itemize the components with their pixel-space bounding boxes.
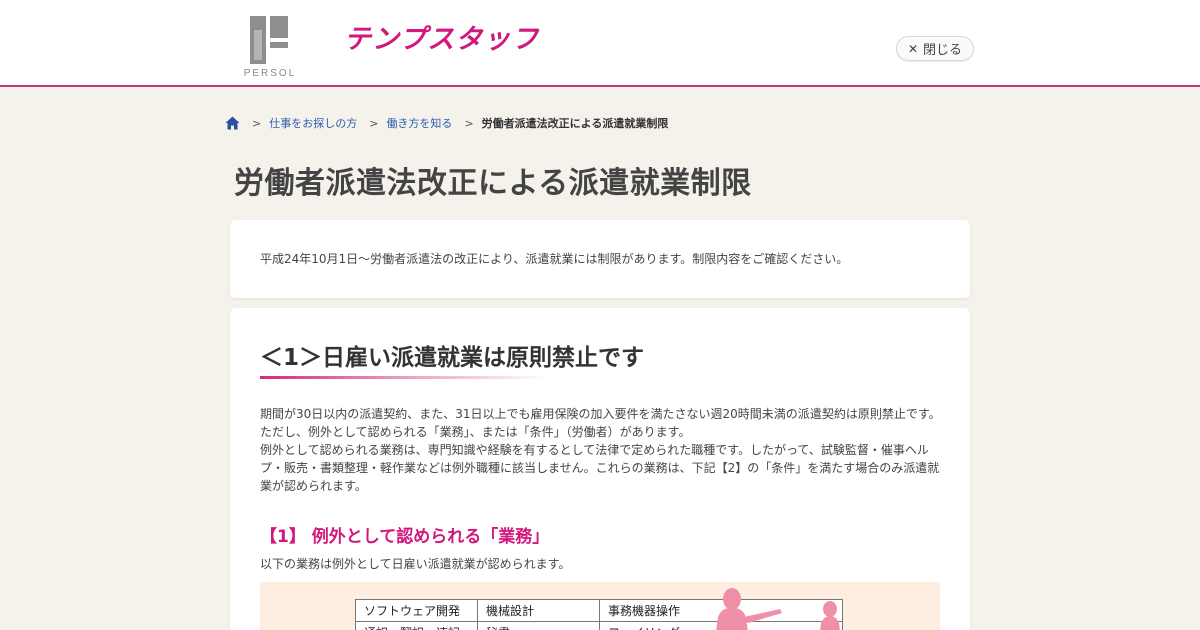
persol-logo[interactable]: PERSOL bbox=[240, 14, 300, 80]
table-cell: 秘書 bbox=[477, 621, 600, 630]
heading-underline bbox=[260, 376, 550, 379]
body-paragraph: 期間が30日以内の派遣契約、また、31日以上でも雇用保険の加入要件を満たさない週… bbox=[260, 407, 941, 421]
sub-heading: 【1】 例外として認められる「業務」 bbox=[260, 527, 550, 547]
breadcrumb: > 仕事をお探しの方 > 働き方を知る > 労働者派遣法改正による派遣就業制限 bbox=[225, 114, 668, 132]
breadcrumb-separator: > bbox=[369, 116, 379, 130]
page-title: 労働者派遣法改正による派遣就業制限 bbox=[234, 166, 752, 201]
table-cell: 機械設計 bbox=[477, 599, 600, 622]
close-button[interactable]: ✕ 閉じる bbox=[896, 36, 974, 61]
site-header: PERSOL テンプスタッフ ✕ 閉じる bbox=[0, 0, 1200, 87]
breadcrumb-work-styles[interactable]: 働き方を知る bbox=[386, 115, 452, 131]
intro-text: 平成24年10月1日～労働者派遣法の改正により、派遣就業には制限があります。制限… bbox=[260, 252, 849, 266]
body-paragraph: ただし、例外として認められる「業務」、または「条件」（労働者）があります。 bbox=[260, 425, 691, 439]
duties-panel: ソフトウェア開発 機械設計 事務機器操作 通訳・翻訳・速記 秘書 ファイリング bbox=[260, 582, 940, 630]
table-cell: 通訳・翻訳・速記 bbox=[355, 621, 478, 630]
breadcrumb-current: 労働者派遣法改正による派遣就業制限 bbox=[481, 117, 669, 130]
persol-mark-icon bbox=[250, 16, 288, 64]
section-body: 期間が30日以内の派遣契約、また、31日以上でも雇用保険の加入要件を満たさない週… bbox=[260, 405, 942, 495]
tempstaff-logo[interactable]: テンプスタッフ bbox=[344, 22, 584, 58]
breadcrumb-separator: > bbox=[252, 116, 262, 130]
breadcrumb-separator: > bbox=[464, 116, 474, 130]
sub-text: 以下の業務は例外として日雇い派遣就業が認められます。 bbox=[260, 557, 571, 571]
section-card: ＜1＞日雇い派遣就業は原則禁止です 期間が30日以内の派遣契約、また、31日以上… bbox=[230, 308, 970, 630]
close-icon: ✕ bbox=[907, 41, 919, 56]
worker-silhouettes-icon bbox=[716, 588, 840, 630]
intro-card: 平成24年10月1日～労働者派遣法の改正により、派遣就業には制限があります。制限… bbox=[230, 220, 970, 298]
section-heading: ＜1＞日雇い派遣就業は原則禁止です bbox=[260, 345, 645, 371]
home-icon[interactable] bbox=[225, 116, 240, 130]
body-paragraph: 例外として認められる業務は、専門知識や経験を有するとして法律で定められた職種です… bbox=[260, 443, 940, 493]
breadcrumb-job-seekers[interactable]: 仕事をお探しの方 bbox=[269, 115, 357, 131]
table-cell: ソフトウェア開発 bbox=[355, 599, 478, 622]
persol-wordmark: PERSOL bbox=[243, 68, 297, 79]
close-button-label: 閉じる bbox=[923, 43, 963, 58]
